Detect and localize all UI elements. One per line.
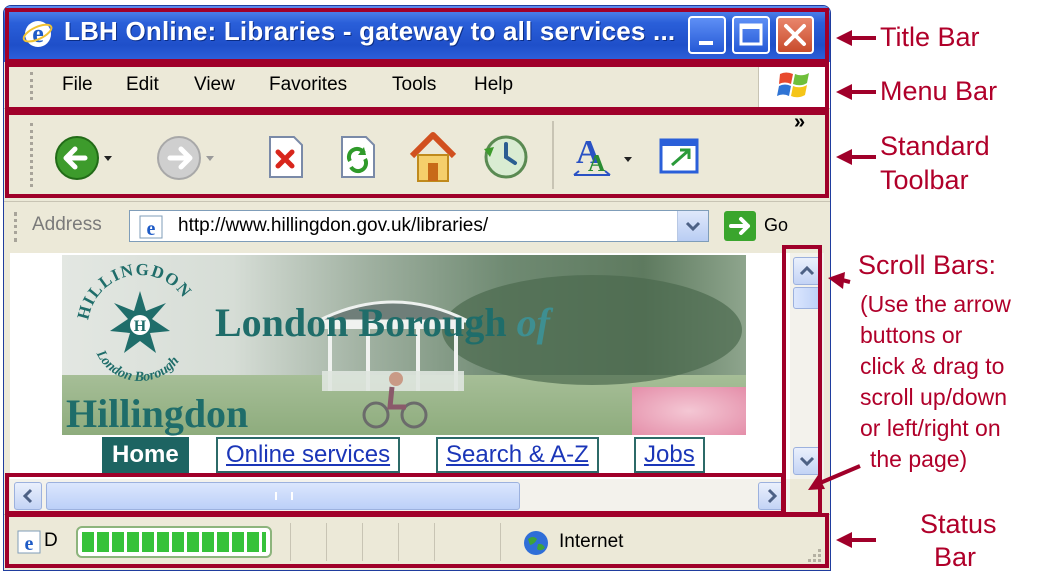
annotation-title-bar: Title Bar xyxy=(880,22,980,52)
annotation-scroll-note-4: scroll up/down xyxy=(860,384,1008,410)
annotation-menu-bar: Menu Bar xyxy=(880,76,998,106)
annotation-scroll-note-3: click & drag to xyxy=(860,353,1005,379)
annotation-standard-toolbar-line2: Toolbar xyxy=(880,165,969,195)
annotation-standard-toolbar-line1: Standard xyxy=(880,131,990,161)
annotation-scroll-note-6: the page) xyxy=(870,446,968,472)
annotation-status-bar-line1: Status xyxy=(920,509,997,539)
annotation-scroll-note-2: buttons or xyxy=(860,322,963,348)
annotation-status-bar-line2: Bar xyxy=(934,542,977,572)
annotation-scroll-bars: Scroll Bars: xyxy=(858,250,997,280)
annotation-scroll-note-1: (Use the arrow xyxy=(860,291,1011,317)
annotation-scroll-note-5: or left/right on xyxy=(860,415,1001,441)
